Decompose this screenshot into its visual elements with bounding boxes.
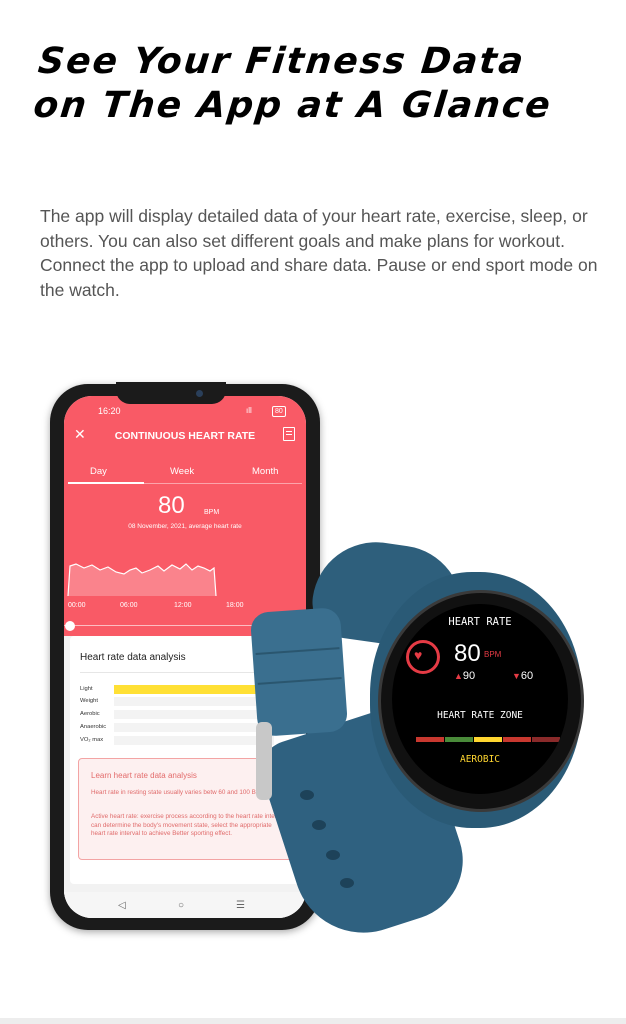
nav-back-icon[interactable]: ◁	[118, 900, 126, 911]
nav-home-icon[interactable]: ○	[178, 900, 184, 911]
nav-menu-icon[interactable]: ☰	[236, 900, 245, 911]
zone-bar-anaerobic	[114, 723, 274, 732]
zone-bar-weight	[114, 697, 274, 706]
zone-segment-active	[474, 737, 502, 742]
timeline-scrubber-handle[interactable]	[65, 621, 75, 631]
android-nav-bar	[64, 892, 306, 918]
arrow-up-icon: ▲	[454, 671, 463, 681]
zone-segment	[445, 737, 473, 742]
arrow-down-icon: ▼	[512, 671, 521, 681]
learn-text-active: Active heart rate: exercise process acco…	[91, 813, 285, 837]
screen-title: CONTINUOUS HEART RATE	[114, 430, 256, 442]
watch-strap-loop	[249, 607, 349, 737]
heart-icon: ♥	[414, 647, 423, 663]
strap-ridge	[255, 647, 340, 655]
watch-face: HEART RATE ♥ 80 BPM ▲90 ▼60 HEART RATE Z…	[392, 604, 568, 794]
watch-min-bpm: ▼60	[512, 670, 533, 682]
document-icon[interactable]	[283, 427, 295, 441]
headline-line-2: on The App at A Glance	[31, 85, 554, 126]
time-label-0600: 06:00	[120, 602, 138, 609]
active-tab-indicator	[68, 482, 144, 484]
watch-zone-title: HEART RATE ZONE	[437, 710, 523, 721]
analysis-title: Heart rate data analysis	[80, 652, 186, 663]
headline: See Your Fitness Data on The App at A Gl…	[31, 40, 558, 128]
zone-label-light: Light	[80, 686, 93, 692]
watch-bpm-unit: BPM	[484, 650, 502, 659]
zone-label-aerobic: Aerobic	[80, 711, 100, 717]
time-label-1200: 12:00	[174, 602, 192, 609]
watch-zone-value: AEROBIC	[459, 754, 501, 765]
heart-rate-line	[67, 563, 217, 597]
tab-month[interactable]: Month	[252, 466, 278, 477]
tab-day[interactable]: Day	[90, 466, 107, 477]
zone-segment	[503, 737, 531, 742]
zone-bar-aerobic	[114, 710, 274, 719]
strap-hole	[340, 878, 354, 888]
bpm-unit: BPM	[204, 509, 220, 516]
zone-label-vo2max: VO₂ max	[80, 737, 104, 743]
watch-max-value: 90	[462, 670, 476, 682]
time-label-1800: 18:00	[226, 602, 244, 609]
zone-segment	[416, 737, 444, 742]
heart-ring-icon	[406, 640, 440, 674]
signal-icon: ıll	[246, 406, 252, 415]
phone-notch	[116, 382, 226, 404]
strap-hole	[326, 850, 340, 860]
watch-min-value: 60	[520, 670, 534, 682]
zone-segment	[532, 737, 560, 742]
tab-week[interactable]: Week	[170, 466, 194, 477]
front-camera	[196, 390, 203, 397]
description-paragraph: The app will display detailed data of yo…	[40, 206, 598, 300]
strap-ridge	[257, 677, 342, 685]
watch-buckle	[256, 722, 272, 800]
average-bpm-value: 80	[158, 492, 185, 519]
heart-rate-header-panel: 16:20 ıll 80 ✕ CONTINUOUS HEART RATE Day…	[64, 396, 306, 636]
watch-max-bpm: ▲90	[454, 670, 475, 682]
zone-label-weight: Weight	[80, 698, 98, 704]
zone-bar-vo2max	[114, 736, 274, 745]
headline-line-1: See Your Fitness Data	[36, 41, 528, 82]
time-label-0000: 00:00	[68, 602, 86, 609]
strap-hole	[300, 790, 314, 800]
strap-hole	[312, 820, 326, 830]
zone-label-anaerobic: Anaerobic	[80, 724, 107, 730]
footer-band	[0, 1018, 626, 1024]
zone-fill-light	[114, 685, 259, 694]
learn-title: Learn heart rate data analysis	[91, 771, 197, 780]
watch-title: HEART RATE	[448, 616, 512, 628]
status-time: 16:20	[98, 406, 121, 416]
battery-icon: 80	[272, 406, 286, 417]
heart-rate-chart	[67, 563, 217, 597]
watch-bpm-value: 80	[454, 640, 481, 667]
date-average-label: 08 November, 2021, average heart rate	[128, 523, 242, 530]
